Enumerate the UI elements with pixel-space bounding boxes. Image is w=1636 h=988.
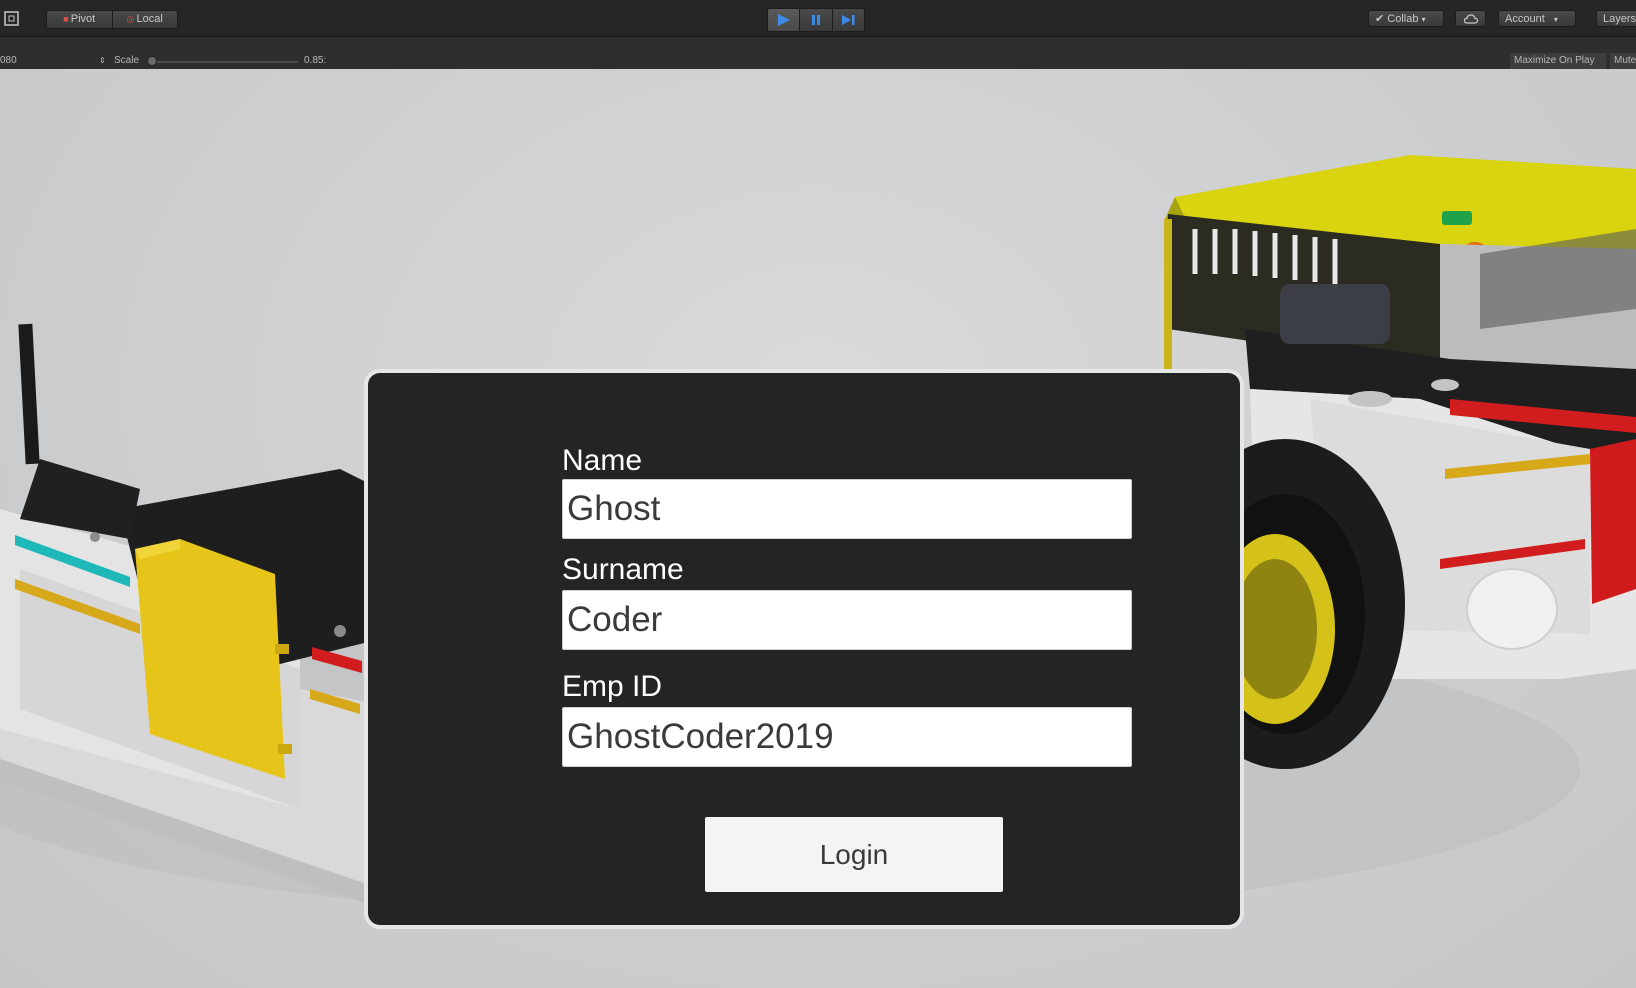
scale-slider-thumb[interactable] [147, 56, 157, 66]
play-button[interactable] [768, 9, 800, 31]
resolution-label[interactable]: 080 [0, 55, 17, 67]
cloud-icon [1463, 14, 1478, 24]
pivot-icon: ■ [63, 14, 69, 24]
surname-input[interactable]: Coder [562, 590, 1132, 650]
check-icon: ✔ [1375, 13, 1385, 25]
account-dropdown[interactable]: Account ▾ [1498, 10, 1576, 27]
scale-slider-track[interactable] [150, 61, 298, 63]
local-button[interactable]: ◎ Local [111, 11, 178, 28]
game-viewport[interactable]: Name Ghost Surname Coder Emp ID GhostCod… [0, 69, 1636, 988]
local-label: Local [136, 13, 163, 25]
step-icon [842, 15, 855, 25]
playback-controls [767, 8, 865, 32]
pause-button[interactable] [799, 9, 831, 31]
local-icon: ◎ [126, 14, 135, 24]
scale-label: Scale [114, 55, 140, 66]
chevron-down-icon: ▾ [1553, 15, 1558, 24]
name-label: Name [562, 444, 643, 477]
play-icon [777, 14, 790, 26]
login-panel: Name Ghost Surname Coder Emp ID GhostCod… [364, 369, 1244, 929]
editor-toolbar: ■ Pivot ◎ Local ✔ Collab ▾ Account ▾ Lay… [0, 0, 1636, 37]
login-button[interactable]: Login [705, 817, 1003, 892]
pivot-label: Pivot [70, 13, 96, 25]
scale-value: 0.85: [304, 55, 327, 66]
cloud-button[interactable] [1455, 10, 1486, 27]
pivot-local-toggle: ■ Pivot ◎ Local [46, 10, 178, 29]
maximize-on-play-toggle[interactable]: Maximize On Play [1510, 53, 1606, 69]
account-label: Account [1505, 13, 1545, 25]
unity-editor: ■ Pivot ◎ Local ✔ Collab ▾ Account ▾ Lay… [0, 0, 1636, 988]
pause-icon [811, 15, 820, 25]
pivot-button[interactable]: ■ Pivot [47, 11, 112, 28]
chevron-down-icon: ▾ [1421, 15, 1426, 24]
game-view-header: 080 ⇕ Scale 0.85: Maximize On Play Mute [0, 37, 1636, 69]
collab-dropdown[interactable]: ✔ Collab ▾ [1368, 10, 1444, 27]
step-button[interactable] [831, 9, 864, 31]
name-input[interactable]: Ghost [562, 479, 1132, 539]
collab-label: Collab [1387, 13, 1419, 25]
updown-icon: ⇕ [99, 56, 106, 65]
mute-audio-toggle[interactable]: Mute [1610, 53, 1636, 69]
layers-dropdown[interactable]: Layers [1596, 10, 1636, 27]
empid-input[interactable]: GhostCoder2019 [562, 707, 1132, 767]
rect-tool-icon[interactable] [2, 9, 22, 28]
surname-label: Surname [562, 553, 684, 586]
layers-label: Layers [1603, 13, 1636, 25]
empid-label: Emp ID [562, 670, 663, 703]
